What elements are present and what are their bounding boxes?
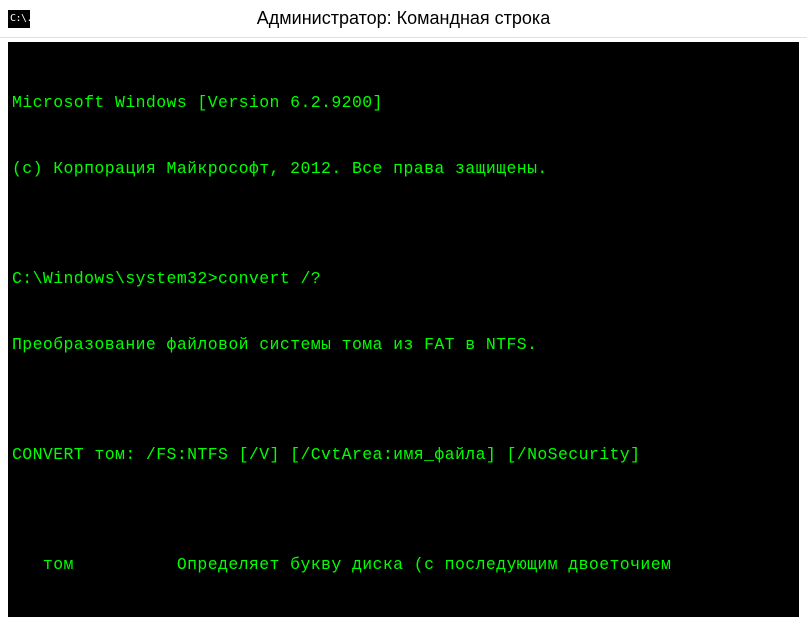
terminal-line: Microsoft Windows [Version 6.2.9200] — [12, 92, 797, 114]
terminal-line: C:\Windows\system32>convert /? — [12, 268, 797, 290]
terminal-line: том Определяет букву диска (с последующи… — [12, 554, 797, 576]
cmd-window: C:\. Администратор: Командная строка Mic… — [0, 0, 807, 625]
terminal-output[interactable]: Microsoft Windows [Version 6.2.9200] (c)… — [8, 42, 799, 617]
terminal-line: (c) Корпорация Майкрософт, 2012. Все пра… — [12, 158, 797, 180]
terminal-line: CONVERT том: /FS:NTFS [/V] [/CvtArea:имя… — [12, 444, 797, 466]
cmd-sysicon[interactable]: C:\. — [8, 10, 30, 28]
window-title: Администратор: Командная строка — [36, 8, 771, 29]
terminal-line: Преобразование файловой системы тома из … — [12, 334, 797, 356]
titlebar[interactable]: C:\. Администратор: Командная строка — [0, 0, 807, 38]
